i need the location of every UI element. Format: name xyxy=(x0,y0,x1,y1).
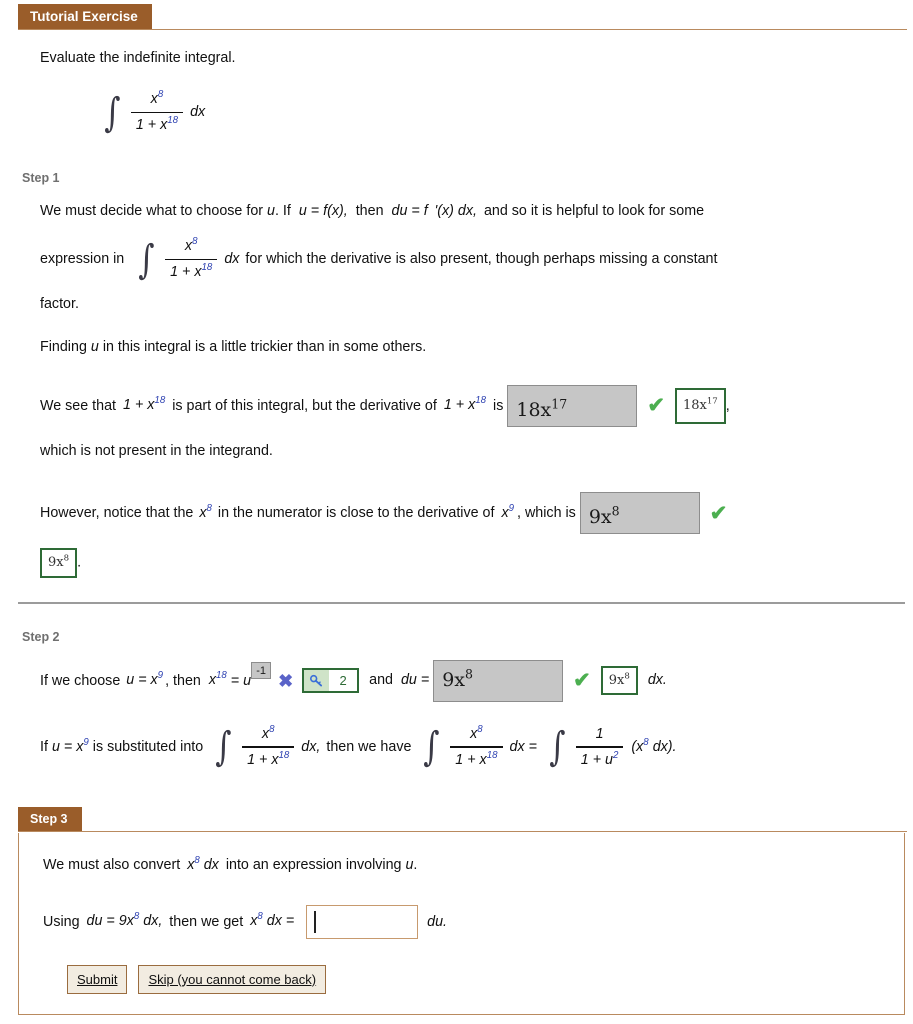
skip-button[interactable]: Skip (you cannot come back) xyxy=(138,964,327,995)
step-1-body: We must decide what to choose for u. If … xyxy=(0,201,913,578)
problem-integral: ∫ x8 1 + x18 dx xyxy=(100,89,205,136)
integral-sign: ∫ xyxy=(104,90,121,137)
integrand-fraction: x8 1 + x18 xyxy=(130,89,184,136)
step-3-tab: Step 3 xyxy=(18,807,82,832)
step2-hint-key-widget[interactable]: 2 xyxy=(302,668,360,694)
text-cursor xyxy=(314,910,316,933)
x-icon: ✖ xyxy=(278,670,294,691)
step3-paragraph-2: Using du = 9x8 dx, then we get x8 dx = d… xyxy=(43,904,880,939)
integral-sign: ∫ xyxy=(423,724,440,771)
step2-answer-box-exponent[interactable]: -1 xyxy=(251,661,272,679)
step-3-button-row: Submit Skip (you cannot come back) xyxy=(67,964,880,995)
step-1-label: Step 1 xyxy=(22,170,60,185)
step-2-body: If we choose u = x9, then x18 = u-1 ✖ 2 xyxy=(0,659,913,771)
tutorial-exercise-header: Tutorial Exercise xyxy=(0,0,913,30)
problem-statement: Evaluate the indefinite integral. ∫ x8 1… xyxy=(0,30,913,137)
step-2-label: Step 2 xyxy=(22,629,60,644)
check-icon: ✔ xyxy=(573,669,591,693)
step-divider-1 xyxy=(18,601,905,604)
step2-fraction-1: x8 1 + x18 xyxy=(242,724,295,771)
answer-input[interactable] xyxy=(306,904,419,939)
fraction-numerator: x8 xyxy=(150,89,164,108)
step-1-section: Step 1 We must decide what to choose for… xyxy=(0,171,913,578)
step1-paragraph-3: Finding u in this integral is a little t… xyxy=(40,339,427,356)
step1-paragraph-1: We must decide what to choose for u. If … xyxy=(40,202,705,219)
step3-paragraph-1: We must also convert x8 dx into an expre… xyxy=(43,855,418,874)
problem-instruction: Evaluate the indefinite integral. xyxy=(40,50,236,66)
step1-paragraph-5: However, notice that the x8 in the numer… xyxy=(40,492,873,535)
integral-sign: ∫ xyxy=(215,724,232,771)
step2-correct-answer-du: 9x8 xyxy=(600,665,638,696)
step2-answer-box-du[interactable]: 9x8 xyxy=(433,659,564,702)
step-3-panel: We must also convert x8 dx into an expre… xyxy=(18,833,905,1016)
fraction-denominator: 1 + x18 xyxy=(135,115,179,134)
step2-line-2: If u = x9 is substituted into ∫ x8 1 + x… xyxy=(40,723,677,771)
integral-differential: dx xyxy=(190,104,206,121)
header-rule xyxy=(18,29,907,30)
integral-sign: ∫ xyxy=(138,237,155,284)
integral-sign: ∫ xyxy=(549,724,566,771)
check-icon: ✔ xyxy=(709,501,728,525)
step1-paragraph-5-cont: 9x8. xyxy=(40,548,873,578)
step2-line-1: If we choose u = x9, then x18 = u-1 ✖ 2 xyxy=(40,659,873,702)
step1-paragraph-2: expression in ∫ x8 1 + x18 dx for which … xyxy=(40,236,718,284)
step-3-header: Step 3 xyxy=(0,805,913,833)
step-3-section: Step 3 We must also convert x8 dx into a… xyxy=(0,805,913,1016)
step-2-section: Step 2 If we choose u = x9, then x18 = u… xyxy=(0,630,913,771)
step2-fraction-2: x8 1 + x18 xyxy=(450,724,503,771)
submit-button[interactable]: Submit xyxy=(67,964,128,995)
step1-paragraph-4-cont: which is not present in the integrand. xyxy=(40,442,273,459)
tutorial-exercise-page: Tutorial Exercise Evaluate the indefinit… xyxy=(0,0,913,1024)
tutorial-exercise-tab: Tutorial Exercise xyxy=(18,4,152,30)
step-3-rule xyxy=(18,831,907,833)
step1-correct-answer-derivative: 18x17 xyxy=(674,387,726,424)
key-icon xyxy=(304,670,330,692)
step2-fraction-3: 1 1 + u2 xyxy=(575,724,624,771)
step1-correct-answer-derivative-2: 9x8 xyxy=(40,548,78,578)
step1-paragraph-4: We see that 1 + x18 is part of this inte… xyxy=(40,384,873,427)
step1-answer-box-derivative-2[interactable]: 9x8 xyxy=(579,492,700,535)
check-icon: ✔ xyxy=(647,394,665,418)
step-3-body: We must also convert x8 dx into an expre… xyxy=(19,855,904,995)
step1-answer-box-derivative[interactable]: 18x17 xyxy=(507,384,638,427)
hint-count: 2 xyxy=(339,672,347,688)
step1-paragraph-2-cont: factor. xyxy=(40,295,79,312)
step1-integrand-fraction: x8 1 + x18 xyxy=(165,236,218,283)
